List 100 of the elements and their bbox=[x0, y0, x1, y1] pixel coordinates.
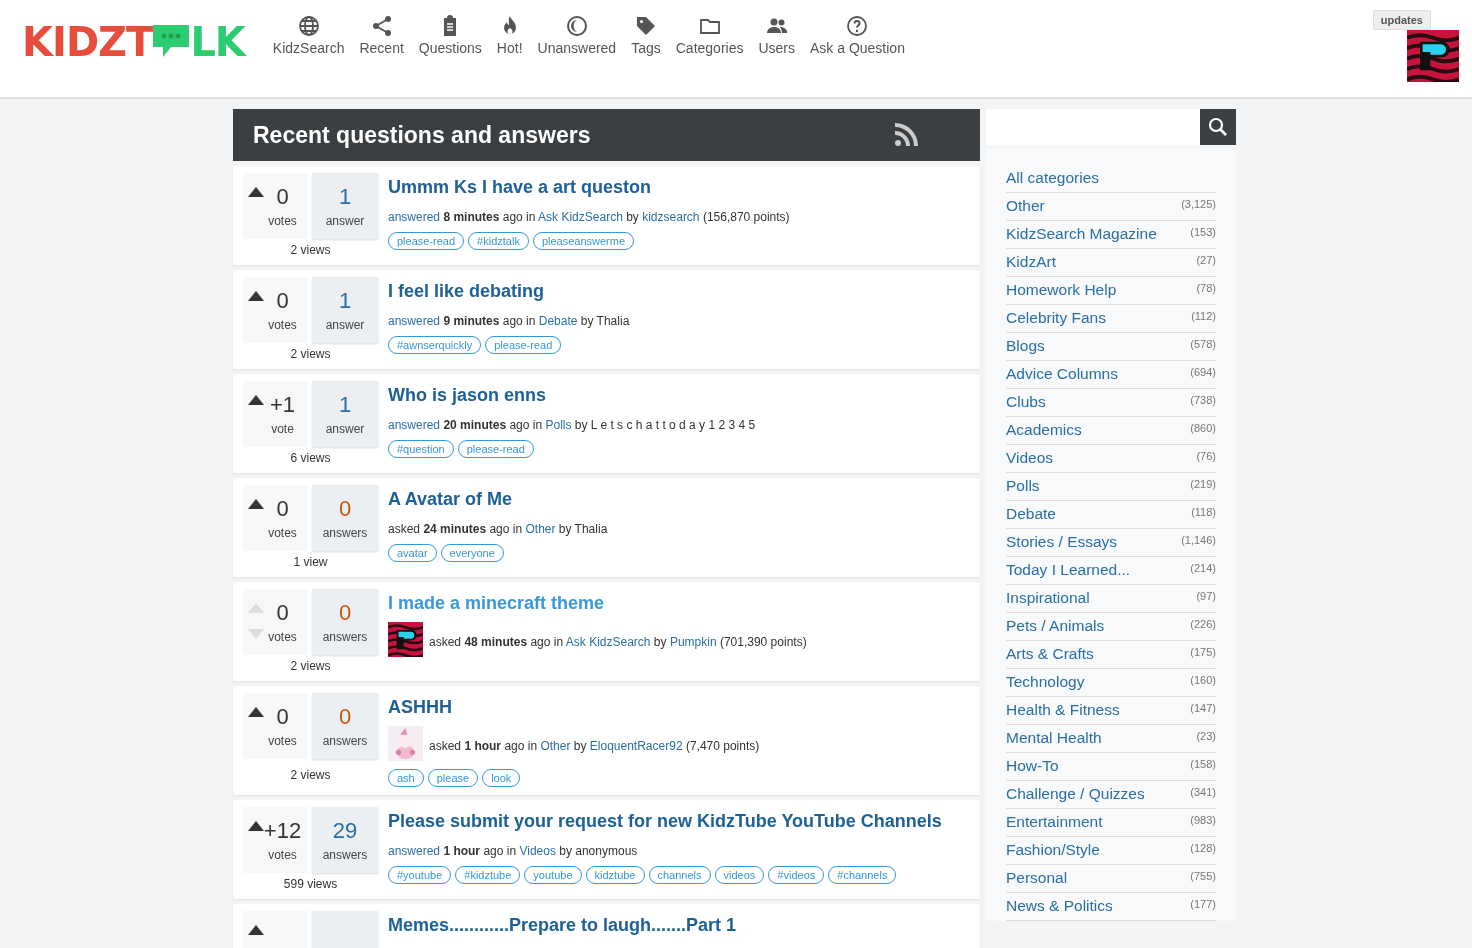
nav-link[interactable]: Unanswered bbox=[537, 14, 617, 56]
nav-link[interactable]: Hot! bbox=[496, 14, 523, 56]
category-count: (226) bbox=[1190, 618, 1216, 630]
category-count: (177) bbox=[1190, 898, 1216, 910]
upvote-button[interactable] bbox=[248, 707, 264, 717]
meta-link[interactable]: Other bbox=[540, 738, 571, 753]
category-link[interactable]: News & Politics bbox=[1006, 897, 1113, 915]
category-count: (112) bbox=[1191, 310, 1216, 322]
category-link[interactable]: All categories bbox=[1006, 169, 1100, 187]
category-link[interactable]: Stories / Essays bbox=[1006, 533, 1118, 551]
category-count: (860) bbox=[1190, 422, 1216, 434]
view-count: 2 views bbox=[289, 659, 332, 673]
meta-link[interactable]: Videos bbox=[519, 844, 556, 858]
category-link[interactable]: Fashion/Style bbox=[1006, 841, 1100, 859]
answer-count: 0 answers bbox=[312, 485, 378, 551]
category-link[interactable]: Entertainment bbox=[1006, 813, 1103, 831]
upvote-button[interactable] bbox=[248, 291, 264, 301]
search-icon bbox=[1208, 117, 1228, 137]
question-title[interactable]: I made a minecraft theme bbox=[388, 593, 807, 614]
category-count: (158) bbox=[1190, 758, 1216, 770]
nav-link[interactable]: Users bbox=[758, 14, 795, 56]
meta-link[interactable]: Polls bbox=[545, 418, 572, 432]
search-button[interactable] bbox=[1200, 109, 1236, 145]
question-title[interactable]: ASHHH bbox=[388, 697, 760, 718]
nav-link[interactable]: Categories bbox=[675, 14, 744, 56]
answer-count: 29 answers bbox=[312, 807, 378, 873]
question-meta: asked 24 minutes ago in Other by Thalia bbox=[388, 522, 608, 536]
nav-link[interactable]: Ask a Question bbox=[810, 14, 905, 56]
category-link[interactable]: How-To bbox=[1006, 757, 1059, 775]
category-link[interactable]: Today I Learned... bbox=[1006, 561, 1131, 579]
question-title[interactable]: I feel like debating bbox=[388, 281, 630, 302]
category-link[interactable]: Challenge / Quizzes bbox=[1006, 785, 1145, 803]
meta-link[interactable]: Ask KidzSearch bbox=[565, 634, 651, 649]
meta-link[interactable]: answered bbox=[388, 418, 441, 432]
question-title[interactable]: Please submit your request for new KidzTube YouTube Channels bbox=[388, 811, 942, 832]
upvote-button[interactable] bbox=[248, 821, 264, 831]
nav-link[interactable]: KidzSearch bbox=[272, 14, 345, 56]
category-link[interactable]: Blogs bbox=[1006, 337, 1045, 355]
category-link[interactable]: Health & Fitness bbox=[1006, 701, 1120, 719]
category-link[interactable]: Celebrity Fans bbox=[1006, 309, 1106, 327]
search-field[interactable] bbox=[986, 109, 1200, 145]
question-title[interactable]: Ummm Ks I have a art queston bbox=[388, 177, 790, 198]
upvote-button[interactable] bbox=[248, 925, 264, 935]
category-count: (983) bbox=[1190, 814, 1216, 826]
meta-link[interactable]: kidzsearch bbox=[642, 210, 700, 224]
category-link[interactable]: KidzSearch Magazine bbox=[1006, 225, 1157, 243]
category-count: (27) bbox=[1196, 254, 1216, 266]
category-link[interactable]: Clubs bbox=[1006, 393, 1046, 411]
category-link[interactable]: Inspirational bbox=[1006, 589, 1090, 607]
category-count: (76) bbox=[1196, 450, 1216, 462]
category-link[interactable]: Other bbox=[1006, 197, 1045, 215]
logo-text: KIDZT bbox=[22, 22, 153, 62]
category-link[interactable]: Pets / Animals bbox=[1006, 617, 1105, 635]
meta-link[interactable]: answered bbox=[388, 210, 441, 224]
upvote-button[interactable] bbox=[248, 187, 264, 197]
category-link[interactable]: KidzArt bbox=[1006, 253, 1056, 271]
vote-count: 0 votes bbox=[243, 277, 308, 343]
category-link[interactable]: Technology bbox=[1006, 673, 1085, 691]
question-meta: asked 48 minutes ago in Ask KidzSearch by Pumpkin (701,390 points) bbox=[429, 634, 807, 649]
rss-icon[interactable] bbox=[894, 123, 918, 147]
vote-count: 0 votes bbox=[243, 173, 308, 239]
category-count: (214) bbox=[1190, 562, 1216, 574]
meta-link[interactable]: EloquentRacer92 bbox=[589, 738, 683, 753]
view-count: 2 views bbox=[289, 768, 332, 784]
vote-count: 0 votes bbox=[243, 485, 308, 551]
question-title[interactable]: Who is jason enns bbox=[388, 385, 756, 406]
upvote-button[interactable] bbox=[248, 395, 264, 405]
meta-link[interactable]: Debate bbox=[538, 314, 578, 328]
updates-button[interactable]: updates bbox=[1372, 10, 1431, 30]
vote-count: 0 votes bbox=[243, 693, 308, 759]
category-count: (3,125) bbox=[1181, 198, 1216, 210]
meta-link[interactable]: answered bbox=[388, 844, 441, 858]
category-link[interactable]: Videos bbox=[1006, 449, 1054, 467]
meta-link[interactable]: Pumpkin bbox=[669, 634, 717, 649]
category-link[interactable]: Arts & Crafts bbox=[1006, 645, 1094, 663]
category-count: (219) bbox=[1190, 478, 1216, 490]
category-link[interactable]: Mental Health bbox=[1006, 729, 1102, 747]
question-title[interactable]: A Avatar of Me bbox=[388, 489, 608, 510]
nav-link[interactable]: Questions bbox=[418, 14, 482, 56]
category-count: (341) bbox=[1190, 786, 1216, 798]
category-link[interactable]: Polls bbox=[1006, 477, 1040, 495]
category-link[interactable]: Debate bbox=[1006, 505, 1056, 523]
view-count: 2 views bbox=[289, 243, 332, 257]
category-count: (1,146) bbox=[1181, 534, 1216, 546]
view-count: 2 views bbox=[289, 347, 332, 361]
upvote-button[interactable] bbox=[248, 499, 264, 509]
category-link[interactable]: Personal bbox=[1006, 869, 1068, 887]
question-meta: answered 20 minutes ago in Polls by L e t s c h a t t o d a y 1 2 3 4 5 bbox=[388, 418, 756, 432]
category-count: (118) bbox=[1191, 506, 1216, 518]
nav-link[interactable]: Recent bbox=[359, 14, 404, 56]
question-title[interactable]: Memes............Prepare to laugh.......Part 1 bbox=[388, 915, 737, 936]
meta-link[interactable]: Other bbox=[525, 522, 556, 536]
meta-link[interactable]: Ask KidzSearch bbox=[538, 210, 623, 224]
vote-count: +1 vote bbox=[243, 381, 308, 447]
category-link[interactable]: Academics bbox=[1006, 421, 1082, 439]
category-link[interactable]: Advice Columns bbox=[1006, 365, 1118, 383]
nav-link[interactable]: Tags bbox=[631, 14, 661, 56]
vote-count: +12 votes bbox=[243, 807, 308, 873]
meta-link[interactable]: answered bbox=[388, 314, 441, 328]
category-link[interactable]: Homework Help bbox=[1006, 281, 1117, 299]
